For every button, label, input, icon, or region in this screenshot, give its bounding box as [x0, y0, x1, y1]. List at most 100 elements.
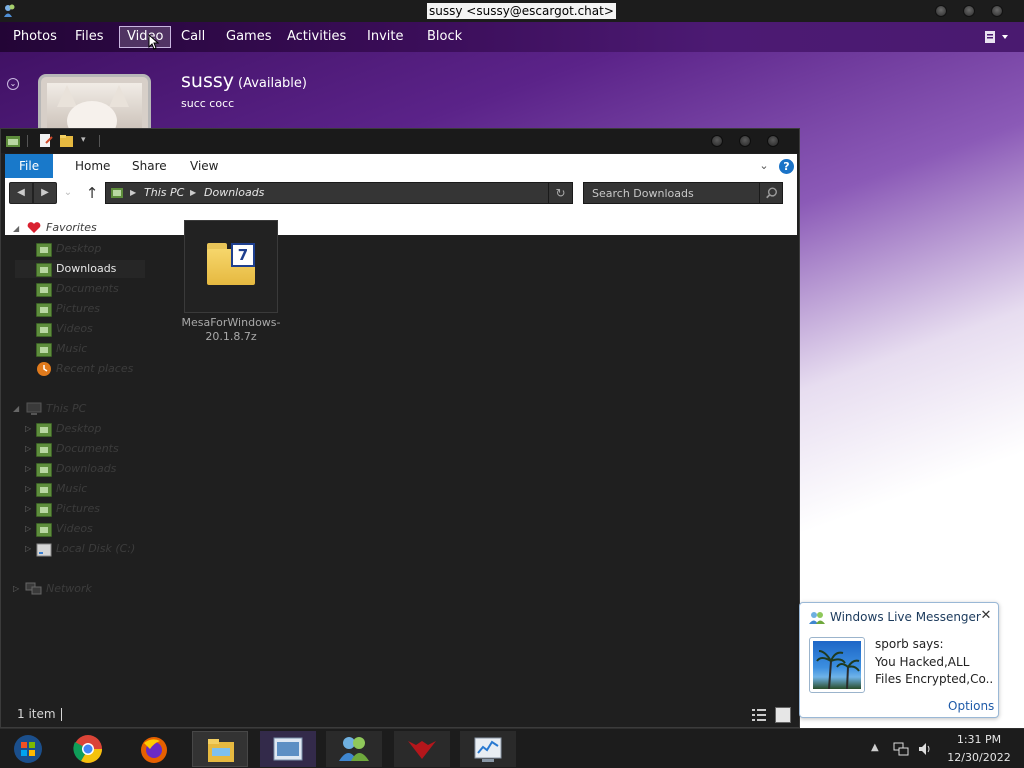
close-button[interactable]	[991, 5, 1003, 17]
nav-this-pc[interactable]: This PC	[46, 400, 86, 418]
menu-photos[interactable]: Photos	[6, 26, 64, 48]
taskbar-messenger-conversation[interactable]	[260, 731, 316, 767]
menu-options-button[interactable]	[983, 29, 1013, 45]
taskbar-task-manager[interactable]	[460, 731, 516, 767]
nav-fav-videos[interactable]: Videos	[56, 320, 93, 338]
nav-pc-documents[interactable]: Documents	[56, 440, 119, 458]
back-button[interactable]: ◀	[9, 182, 33, 204]
minimize-button[interactable]	[935, 5, 947, 17]
clock-time[interactable]: 1:31 PM	[944, 733, 1014, 746]
collapse-header-icon[interactable]: ⌄	[7, 78, 19, 90]
nav-pc-pictures[interactable]: Pictures	[56, 500, 100, 518]
nav-fav-downloads[interactable]: Downloads	[56, 260, 116, 278]
status-divider	[61, 708, 62, 721]
qat-customize-icon[interactable]: ▾	[81, 135, 86, 145]
clock-date[interactable]: 12/30/2022	[940, 751, 1018, 764]
menu-invite[interactable]: Invite	[360, 26, 410, 48]
tab-file[interactable]: File	[5, 154, 54, 178]
taskbar-chrome[interactable]	[60, 731, 116, 767]
file-item-tile[interactable]: 7	[184, 220, 278, 313]
maximize-button[interactable]	[739, 135, 751, 147]
toast-options-link[interactable]: Options	[948, 699, 994, 713]
menu-call[interactable]: Call	[174, 26, 212, 48]
maximize-button[interactable]	[963, 5, 975, 17]
properties-icon[interactable]	[38, 133, 54, 149]
forward-button[interactable]: ▶	[33, 182, 57, 204]
tab-view[interactable]: View	[180, 154, 228, 178]
nav-pc-local-disk[interactable]: Local Disk (C:)	[56, 540, 135, 558]
search-icon[interactable]	[759, 183, 783, 203]
ribbon-tabs: File Home Share View ⌄ ?	[5, 154, 797, 178]
explorer-title-bar[interactable]: ▾	[1, 129, 799, 153]
expand-icon[interactable]: ▷	[25, 480, 35, 498]
collapse-favorites-icon[interactable]: ◢	[13, 220, 23, 238]
search-input[interactable]	[584, 183, 758, 203]
taskbar-windows-live-messenger[interactable]	[326, 731, 382, 767]
expand-icon[interactable]: ▷	[25, 500, 35, 518]
taskbar-firefox[interactable]	[126, 731, 182, 767]
minimize-button[interactable]	[711, 135, 723, 147]
recent-locations-icon[interactable]: ⌄	[61, 184, 75, 202]
expand-icon[interactable]: ▷	[25, 420, 35, 438]
firefox-icon	[141, 737, 167, 763]
pictures-folder-icon	[36, 303, 52, 317]
messenger-title-bar[interactable]: sussy <sussy@escargot.chat>	[0, 0, 1024, 22]
file-name-label[interactable]: MesaForWindows-20.1.8.7z	[180, 316, 282, 344]
menu-block[interactable]: Block	[420, 26, 469, 48]
nav-pc-downloads[interactable]: Downloads	[56, 460, 116, 478]
address-bar[interactable]: ▶ This PC ▶ Downloads ↻	[105, 182, 573, 204]
messenger-menu-bar: Photos Files Video Call Games Activities…	[0, 22, 1024, 52]
search-box[interactable]	[583, 182, 783, 204]
expand-icon[interactable]: ▷	[25, 460, 35, 478]
breadcrumb-this-pc[interactable]: This PC	[144, 183, 184, 203]
expand-icon[interactable]: ▷	[25, 540, 35, 558]
notification-toast[interactable]: Windows Live Messenger ✕ sporb says: You…	[799, 602, 999, 718]
taskbar-file-explorer[interactable]	[192, 731, 248, 767]
up-button[interactable]: ↑	[83, 182, 101, 204]
taskbar-app-red[interactable]	[394, 731, 450, 767]
taskbar-start-button[interactable]	[0, 731, 56, 767]
expand-icon[interactable]: ▷	[25, 440, 35, 458]
collapse-this-pc-icon[interactable]: ◢	[13, 400, 23, 418]
nav-pc-desktop[interactable]: Desktop	[56, 420, 101, 438]
explorer-folder-icon	[6, 136, 20, 147]
menu-activities[interactable]: Activities	[280, 26, 353, 48]
downloads-folder-icon	[36, 463, 52, 477]
messenger-buddies-icon	[809, 612, 825, 624]
palm-tree-picture	[816, 650, 860, 689]
tab-share[interactable]: Share	[122, 154, 177, 178]
tab-home[interactable]: Home	[65, 154, 120, 178]
nav-fav-music[interactable]: Music	[56, 340, 87, 358]
help-icon[interactable]: ?	[779, 159, 794, 174]
breadcrumb-chevron-icon: ▶	[130, 188, 137, 197]
nav-network[interactable]: Network	[46, 580, 92, 598]
menu-video[interactable]: Video	[119, 26, 172, 48]
nav-fav-desktop[interactable]: Desktop	[56, 240, 101, 258]
new-folder-icon[interactable]	[59, 133, 75, 149]
contact-avatar[interactable]	[38, 74, 151, 134]
messenger-buddy-icon	[4, 4, 15, 17]
close-button[interactable]	[767, 135, 779, 147]
toast-title: Windows Live Messenger	[830, 610, 981, 624]
expand-network-icon[interactable]: ▷	[13, 580, 23, 598]
nav-fav-recent-places[interactable]: Recent places	[56, 360, 133, 378]
expand-ribbon-icon[interactable]: ⌄	[757, 159, 771, 173]
qat-divider	[27, 135, 28, 147]
nav-fav-pictures[interactable]: Pictures	[56, 300, 100, 318]
nav-fav-documents[interactable]: Documents	[56, 280, 119, 298]
expand-icon[interactable]: ▷	[25, 520, 35, 538]
volume-icon[interactable]	[917, 741, 933, 757]
network-tray-icon[interactable]	[893, 741, 909, 757]
drive-icon	[36, 543, 52, 557]
breadcrumb-downloads[interactable]: Downloads	[204, 183, 264, 203]
menu-games[interactable]: Games	[219, 26, 278, 48]
large-icons-view-icon[interactable]	[775, 707, 791, 723]
show-hidden-icons-chevron[interactable]: ▲	[871, 741, 881, 755]
refresh-icon[interactable]: ↻	[548, 183, 572, 203]
close-icon[interactable]: ✕	[979, 609, 993, 623]
nav-pc-videos[interactable]: Videos	[56, 520, 93, 538]
nav-pc-music[interactable]: Music	[56, 480, 87, 498]
menu-files[interactable]: Files	[68, 26, 111, 48]
nav-favorites[interactable]: Favorites	[46, 219, 97, 237]
details-view-icon[interactable]	[751, 707, 767, 723]
